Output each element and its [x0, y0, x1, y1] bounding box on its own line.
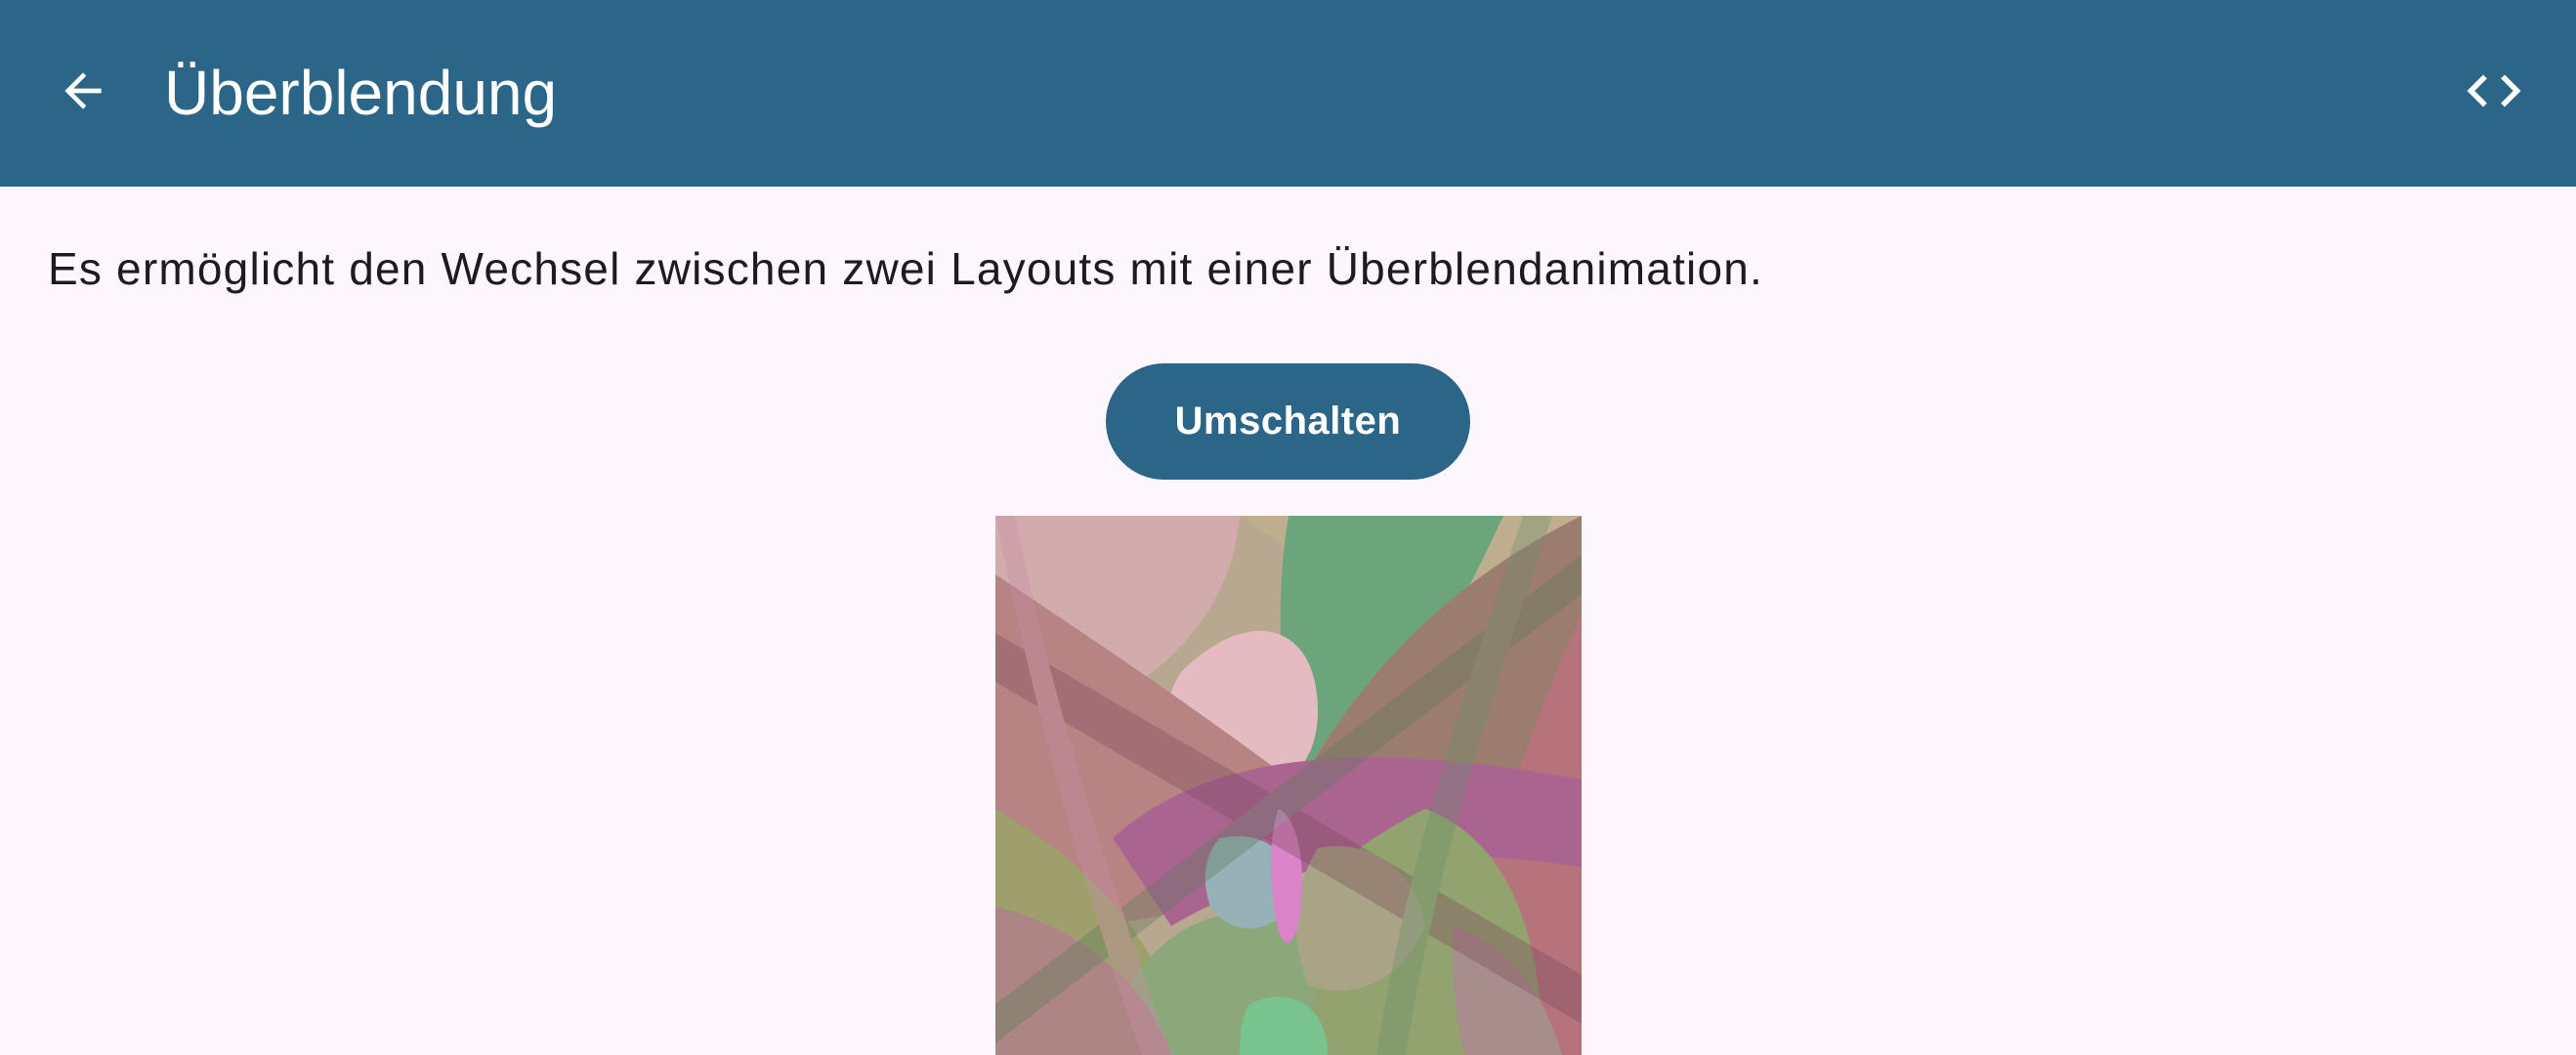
back-button[interactable]: [39, 49, 127, 137]
view-code-button[interactable]: [2450, 49, 2538, 137]
crossfade-image: [995, 516, 1582, 1055]
description-text: Es ermöglicht den Wechsel zwischen zwei …: [48, 243, 1764, 294]
top-app-bar: Überblendung: [0, 0, 2576, 187]
toggle-button[interactable]: Umschalten: [1106, 363, 1470, 480]
page-title: Überblendung: [164, 58, 558, 128]
arrow-back-icon: [56, 63, 110, 123]
code-icon: [2462, 59, 2526, 128]
